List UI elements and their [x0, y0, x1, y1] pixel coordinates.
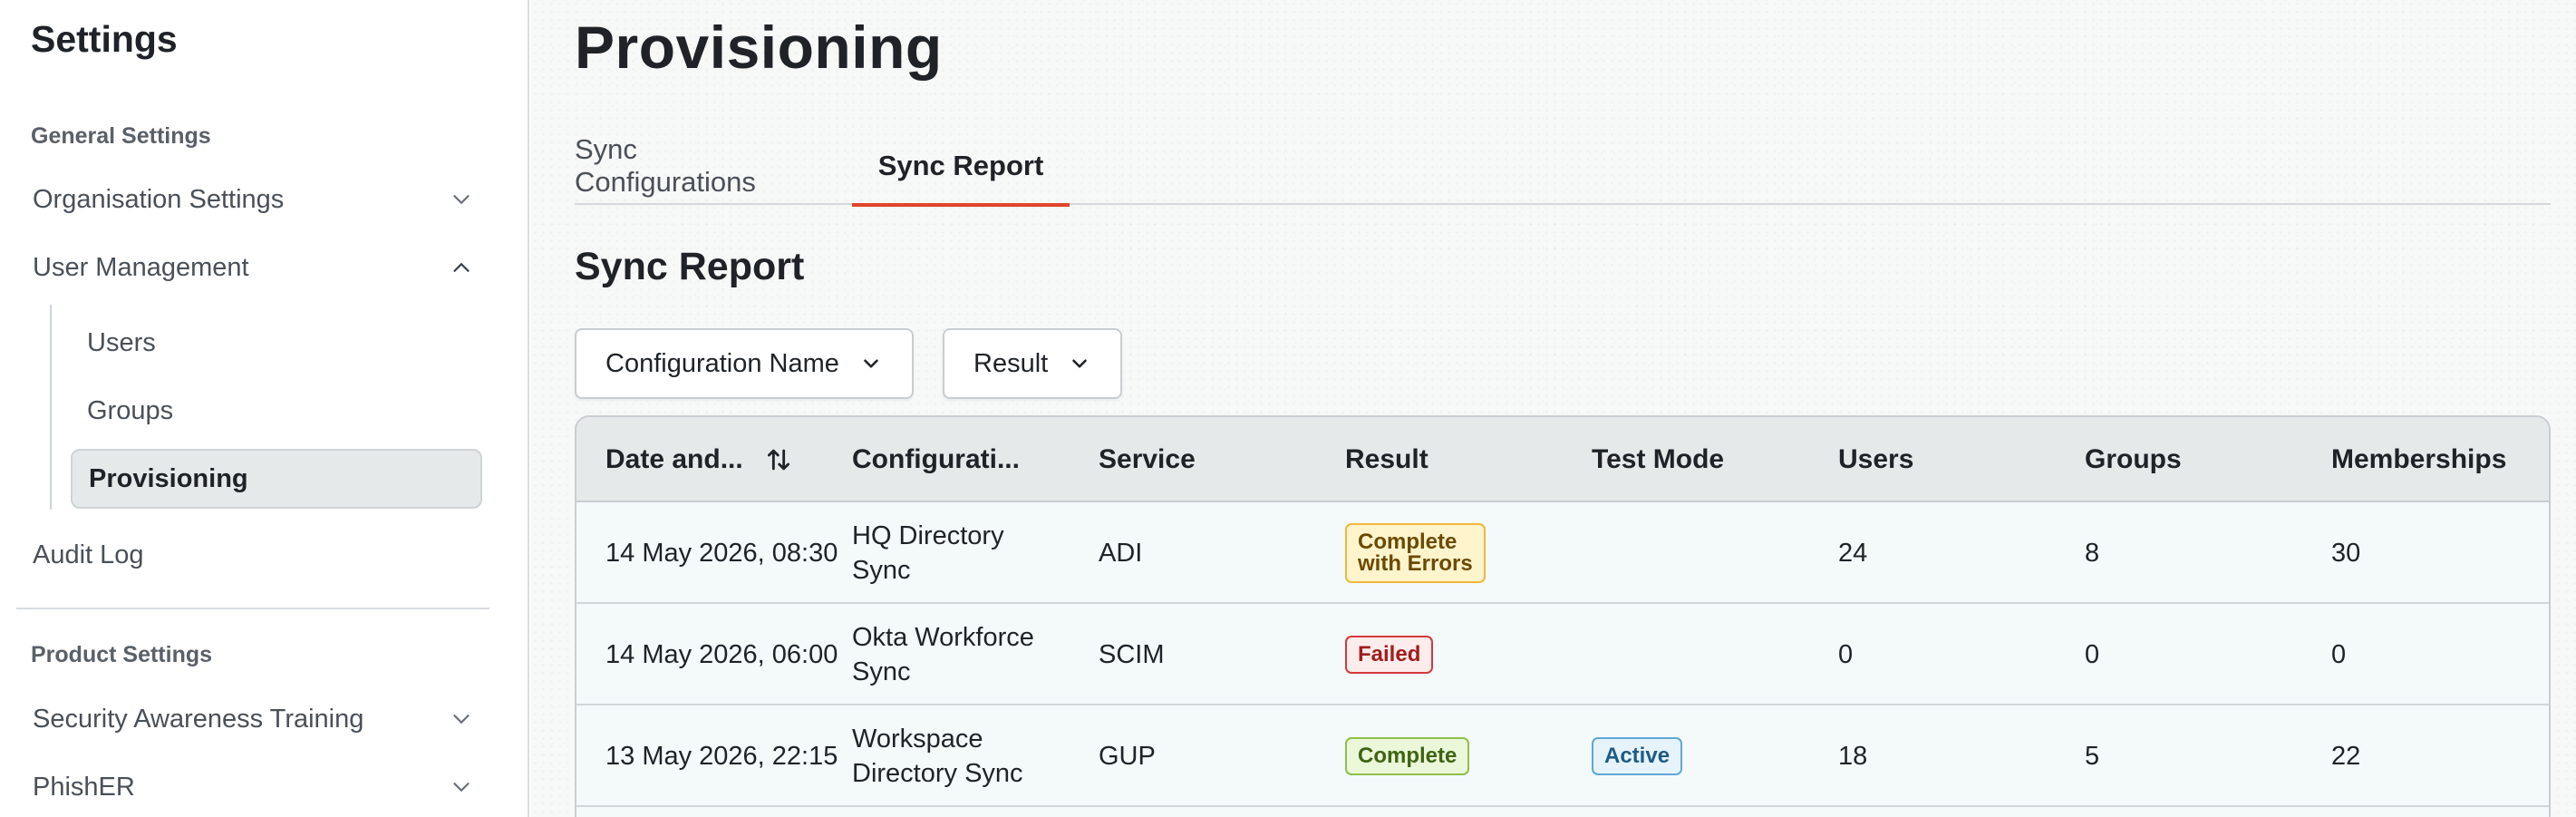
general-settings-heading: General Settings [31, 123, 211, 149]
column-header-service[interactable]: Service [1099, 417, 1196, 502]
tab-bar: Sync Configurations Sync Report [575, 127, 2551, 207]
table-row[interactable]: 14 May 2026, 06:00 Okta Workforce Sync S… [576, 604, 2549, 705]
configuration-line: HQ Directory [852, 521, 1004, 550]
cell-test-mode: Active [1592, 705, 1683, 807]
sidebar-item-groups[interactable]: Groups [71, 381, 482, 441]
badge-line: Complete [1358, 530, 1457, 554]
cell-users: 24 [1838, 539, 1868, 568]
cell-date: 14 May 2026, 08:30 [605, 539, 838, 568]
badge-line: with Errors [1358, 551, 1473, 576]
column-header-date[interactable]: Date and... [605, 417, 794, 502]
cell-groups: 0 [2085, 640, 2100, 669]
cell-result: Failed [1345, 604, 1434, 705]
settings-sidebar: Settings General Settings Organisation S… [0, 0, 529, 817]
cell-service: ADI [1099, 539, 1143, 568]
sidebar-item-label: User Management [33, 252, 249, 282]
column-header-memberships[interactable]: Memberships [2331, 417, 2506, 502]
cell-groups: 8 [2085, 539, 2100, 568]
status-badge: Failed [1345, 636, 1434, 674]
chevron-up-icon [453, 263, 470, 272]
sidebar-item-user-management[interactable]: User Management [18, 238, 480, 297]
table-header: Date and... Configurati... Service Resul… [576, 417, 2549, 502]
configuration-line: Sync [852, 556, 911, 585]
configuration-name-filter[interactable]: Configuration Name [575, 328, 914, 399]
sync-report-table: Date and... Configurati... Service Resul… [575, 415, 2551, 817]
sidebar-divider [16, 608, 489, 609]
column-header-users[interactable]: Users [1838, 417, 1913, 502]
sidebar-title: Settings [31, 18, 178, 60]
status-badge: Complete [1345, 737, 1470, 775]
result-filter[interactable]: Result [943, 328, 1123, 399]
cell-service: SCIM [1099, 640, 1165, 669]
table-row[interactable]: 13 May 2026, 22:15 Workspace Directory S… [576, 705, 2549, 807]
status-badge: Complete with Errors [1345, 523, 1486, 583]
sidebar-item-label: PhishER [33, 772, 135, 802]
filter-label: Configuration Name [605, 348, 839, 378]
column-header-test-mode[interactable]: Test Mode [1592, 417, 1724, 502]
cell-memberships: 0 [2331, 640, 2347, 669]
sidebar-item-organisation-settings[interactable]: Organisation Settings [18, 170, 480, 229]
configuration-line: Sync [852, 657, 911, 686]
column-header-label: Date and... [605, 444, 743, 474]
tab-sync-report[interactable]: Sync Report [852, 127, 1070, 207]
chevron-down-icon [453, 783, 470, 792]
sidebar-item-label: Security Awareness Training [33, 704, 364, 734]
chevron-down-icon [453, 195, 470, 204]
sidebar-item-users[interactable]: Users [71, 313, 482, 373]
cell-configuration: HQ Directory Sync [852, 502, 1004, 604]
configuration-line: Workspace [852, 725, 983, 754]
cell-users: 18 [1838, 742, 1868, 771]
cell-groups: 5 [2085, 742, 2100, 771]
cell-date: 14 May 2026, 06:00 [605, 640, 838, 669]
column-header-configuration[interactable]: Configurati... [852, 417, 1020, 502]
cell-result: Complete [1345, 705, 1470, 807]
column-header-result[interactable]: Result [1345, 417, 1428, 502]
sidebar-item-provisioning[interactable]: Provisioning [71, 449, 482, 509]
cell-configuration: Okta Workforce Sync [852, 604, 1034, 705]
cell-users: 0 [1838, 640, 1854, 669]
sidebar-item-label: Audit Log [33, 540, 144, 569]
cell-memberships: 30 [2331, 539, 2361, 568]
sidebar-item-label: Organisation Settings [33, 184, 285, 214]
chevron-down-icon [1072, 359, 1088, 368]
sidebar-item-phisher[interactable]: PhishER [18, 757, 480, 817]
test-mode-badge: Active [1592, 737, 1683, 775]
cell-service: GUP [1099, 742, 1156, 771]
cell-configuration: Workspace Directory Sync [852, 705, 1023, 807]
column-header-groups[interactable]: Groups [2085, 417, 2182, 502]
product-settings-heading: Product Settings [31, 642, 213, 667]
sort-icon[interactable] [763, 444, 794, 475]
chevron-down-icon [453, 715, 470, 724]
cell-date: 13 May 2026, 22:15 [605, 742, 838, 771]
cell-result: Complete with Errors [1345, 502, 1486, 604]
main-content: Provisioning Sync Configurations Sync Re… [531, 0, 2576, 817]
sidebar-item-audit-log[interactable]: Audit Log [18, 525, 480, 585]
submenu-guide-line [50, 305, 52, 510]
table-row[interactable]: 14 May 2026, 08:30 HQ Directory Sync ADI… [576, 502, 2549, 604]
section-heading: Sync Report [575, 245, 805, 288]
configuration-line: Okta Workforce [852, 623, 1034, 652]
page-title: Provisioning [575, 14, 943, 81]
tab-sync-configurations[interactable]: Sync Configurations [575, 127, 816, 205]
configuration-line: Directory Sync [852, 759, 1023, 788]
chevron-down-icon [864, 359, 878, 368]
cell-memberships: 22 [2331, 742, 2361, 771]
sidebar-item-security-awareness-training[interactable]: Security Awareness Training [18, 689, 480, 749]
filter-label: Result [973, 348, 1049, 378]
